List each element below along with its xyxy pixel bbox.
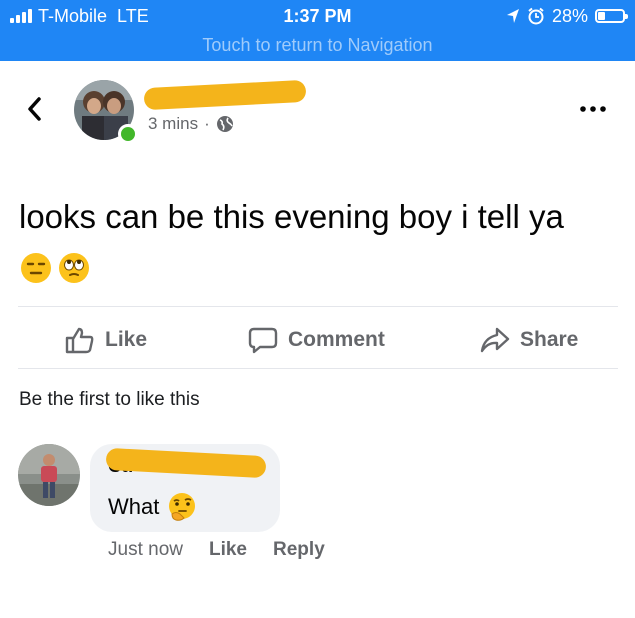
post-time[interactable]: 3 mins <box>148 114 198 134</box>
comment-button[interactable]: Comment <box>248 326 385 354</box>
post-meta: 3 mins · <box>148 114 234 134</box>
eye-roll-face-icon <box>59 253 89 283</box>
comment-actions: Just now Like Reply <box>108 539 325 561</box>
battery-percent: 28% <box>551 5 588 26</box>
share-label: Share <box>520 328 579 351</box>
comment-icon <box>248 327 278 354</box>
return-to-navigation-bar[interactable]: Touch to return to Navigation <box>0 35 635 56</box>
globe-icon <box>216 116 233 132</box>
alarm-icon <box>528 7 544 25</box>
comment-reply-button[interactable]: Reply <box>273 539 325 561</box>
comment-label: Comment <box>288 328 385 351</box>
reactions-summary: Be the first to like this <box>19 389 200 410</box>
share-arrow-icon <box>480 327 510 353</box>
thumbs-up-icon <box>65 327 94 354</box>
battery-icon <box>595 9 628 23</box>
online-status-dot <box>118 124 138 144</box>
meta-separator: · <box>204 114 210 133</box>
divider <box>18 306 618 307</box>
post-emojis <box>20 252 90 284</box>
expressionless-face-icon <box>21 253 51 283</box>
like-button[interactable]: Like <box>65 326 147 354</box>
post-actions-bar: Like Comment Share <box>0 318 635 362</box>
location-icon <box>506 9 519 23</box>
like-label: Like <box>105 328 148 351</box>
commenter-avatar-photo <box>18 444 80 506</box>
thinking-face-icon <box>169 493 196 521</box>
comment-like-button[interactable]: Like <box>209 539 247 561</box>
post-text: looks can be this evening boy i tell ya <box>19 198 564 235</box>
status-bar: T-Mobile LTE 1:37 PM 28% Touch to return… <box>0 0 635 61</box>
back-arrow-icon[interactable] <box>24 94 44 124</box>
post-author-avatar[interactable] <box>74 80 138 144</box>
comment-content: What <box>108 492 197 522</box>
share-button[interactable]: Share <box>480 326 578 354</box>
more-options-icon[interactable] <box>579 104 607 114</box>
status-right: 28% <box>506 5 628 27</box>
comment-time: Just now <box>108 539 183 560</box>
battery-fill <box>598 12 606 20</box>
redacted-author-name <box>143 79 307 111</box>
comment-text: What <box>108 494 160 519</box>
commenter-avatar[interactable] <box>18 444 80 506</box>
divider <box>18 368 618 369</box>
